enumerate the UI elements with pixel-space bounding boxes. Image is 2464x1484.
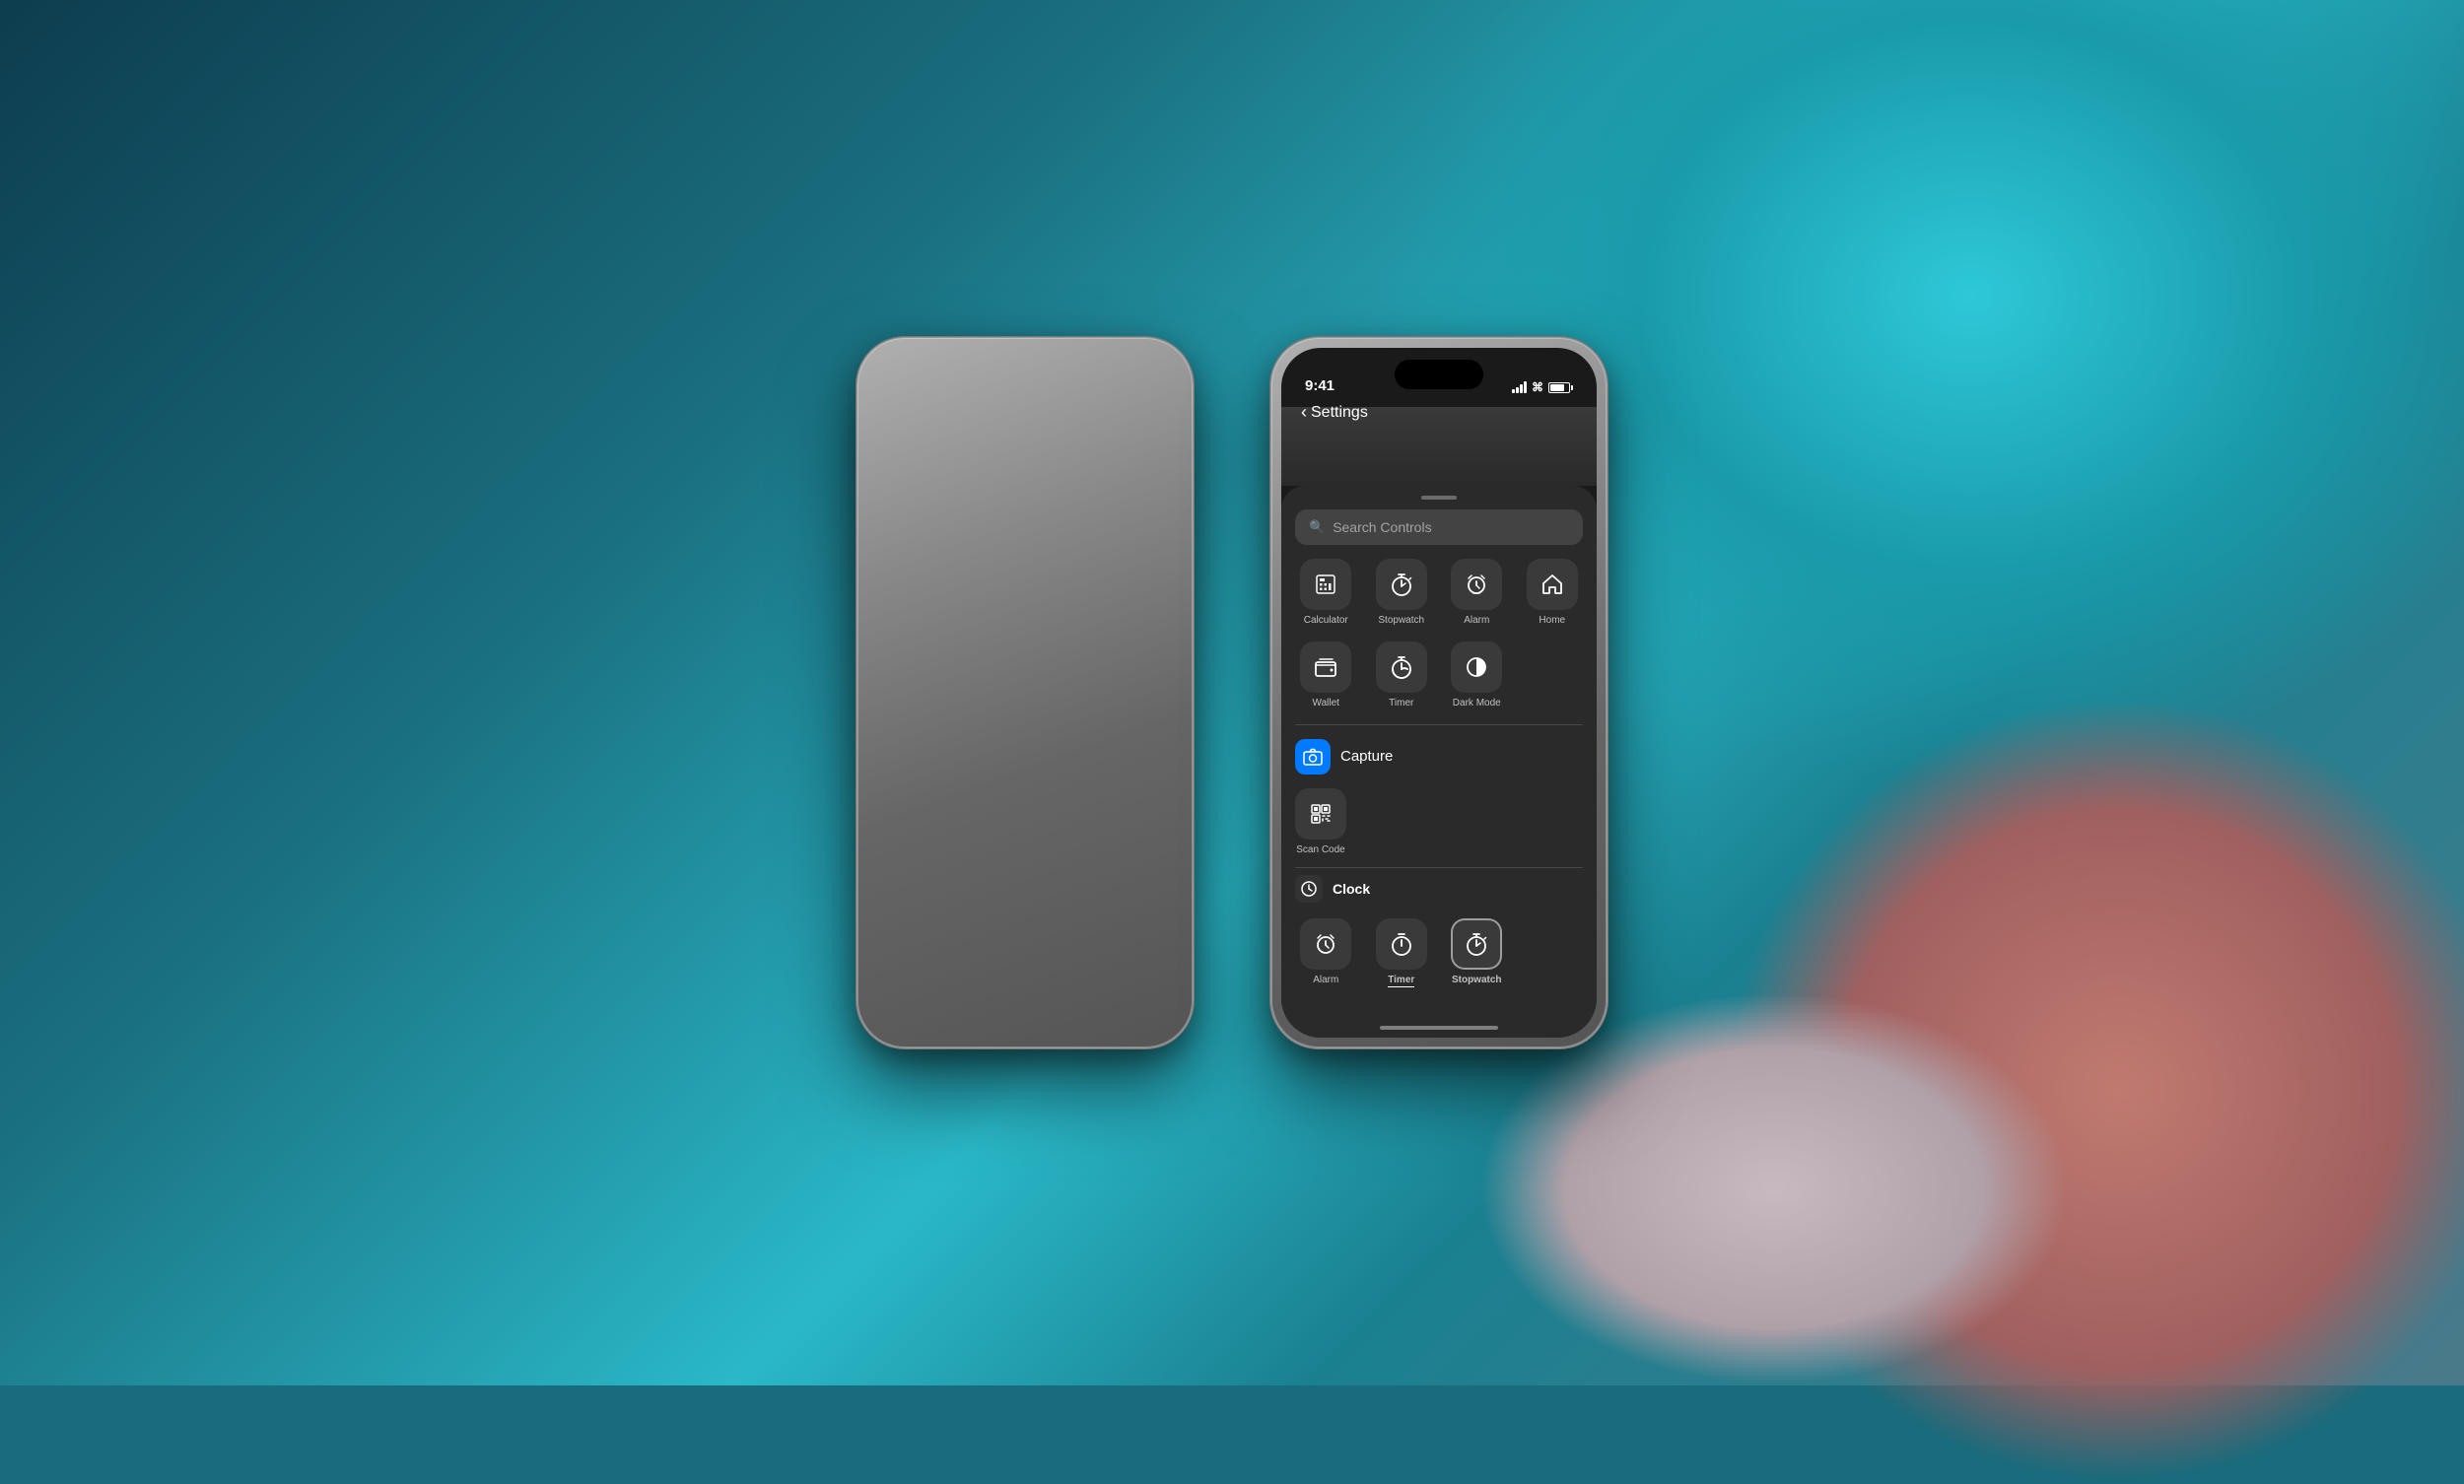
phone-2: 9:41 ⌘ bbox=[1271, 338, 1607, 1047]
clock-section-header: Clock bbox=[1281, 867, 1597, 911]
sheet-handle bbox=[1421, 496, 1457, 500]
capture-label: Capture bbox=[1340, 748, 1393, 765]
stopwatch-icon-wrap bbox=[1376, 559, 1427, 610]
clock-section: Clock bbox=[1281, 867, 1597, 1002]
alarm-label: Alarm bbox=[1464, 615, 1489, 626]
battery-icon-2 bbox=[1548, 382, 1573, 393]
clock-stopwatch[interactable]: Stopwatch bbox=[1446, 918, 1508, 987]
timer-icon-wrap bbox=[1376, 641, 1427, 693]
bg-shape-lavender bbox=[1478, 991, 2070, 1385]
bottom-sheet: 🔍 Search Controls bbox=[1281, 486, 1597, 1038]
control-home[interactable]: Home bbox=[1522, 559, 1584, 626]
back-label-2: Settings bbox=[1311, 404, 1368, 422]
stopwatch-label: Stopwatch bbox=[1378, 615, 1424, 626]
status-icons-2: ⌘ bbox=[1512, 380, 1573, 394]
scan-code-section: Scan Code bbox=[1295, 788, 1583, 855]
time-2: 9:41 bbox=[1305, 377, 1335, 394]
back-button-2[interactable]: ‹ Settings bbox=[1301, 402, 1368, 423]
clock-stopwatch-icon bbox=[1451, 918, 1502, 970]
dark-mode-label: Dark Mode bbox=[1453, 698, 1501, 708]
capture-icon bbox=[1295, 739, 1331, 775]
alarm-icon-wrap bbox=[1451, 559, 1502, 610]
control-alarm[interactable]: Alarm bbox=[1446, 559, 1508, 626]
phone-2-screen: 9:41 ⌘ bbox=[1281, 348, 1597, 1038]
scan-code-item[interactable]: Scan Code bbox=[1295, 788, 1346, 855]
clock-section-title: Clock bbox=[1333, 881, 1370, 897]
clock-alarm[interactable]: Alarm bbox=[1295, 918, 1357, 987]
signal-icon-2 bbox=[1512, 381, 1527, 393]
capture-section: Capture bbox=[1281, 725, 1597, 859]
phone-1: 9:41 ⌘ bbox=[857, 338, 1193, 1047]
empty-slot bbox=[1522, 641, 1584, 708]
home-indicator-2 bbox=[1380, 1026, 1498, 1030]
search-input[interactable]: Search Controls bbox=[1333, 519, 1431, 535]
control-stopwatch[interactable]: Stopwatch bbox=[1371, 559, 1433, 626]
control-timer[interactable]: Timer bbox=[1371, 641, 1433, 708]
wallet-icon-wrap bbox=[1300, 641, 1351, 693]
dynamic-island-2 bbox=[1395, 360, 1483, 389]
controls-grid-row2: Wallet bbox=[1281, 641, 1597, 724]
scan-code-icon-wrap bbox=[1295, 788, 1346, 840]
controls-grid-row1: Calculator bbox=[1281, 559, 1597, 641]
wifi-icon-2: ⌘ bbox=[1532, 380, 1543, 394]
search-icon: 🔍 bbox=[1309, 519, 1325, 535]
control-wallet[interactable]: Wallet bbox=[1295, 641, 1357, 708]
clock-alarm-icon bbox=[1300, 918, 1351, 970]
clock-empty bbox=[1522, 918, 1584, 987]
calculator-label: Calculator bbox=[1304, 615, 1348, 626]
clock-timer-icon bbox=[1376, 918, 1427, 970]
timer-label: Timer bbox=[1389, 698, 1413, 708]
clock-timer[interactable]: Timer bbox=[1371, 918, 1433, 987]
search-bar[interactable]: 🔍 Search Controls bbox=[1295, 509, 1583, 545]
home-label: Home bbox=[1539, 615, 1565, 626]
clock-stopwatch-label: Stopwatch bbox=[1452, 975, 1502, 985]
clock-grid: Alarm Timer bbox=[1281, 911, 1597, 1001]
clock-section-icon bbox=[1295, 875, 1323, 903]
control-calculator[interactable]: Calculator bbox=[1295, 559, 1357, 626]
calculator-icon-wrap bbox=[1300, 559, 1351, 610]
phones-container: 9:41 ⌘ bbox=[857, 338, 1607, 1047]
dark-mode-icon-wrap bbox=[1451, 641, 1502, 693]
scan-code-label: Scan Code bbox=[1296, 844, 1344, 855]
wallet-label: Wallet bbox=[1313, 698, 1339, 708]
control-dark-mode[interactable]: Dark Mode bbox=[1446, 641, 1508, 708]
home-icon-wrap bbox=[1527, 559, 1578, 610]
capture-row[interactable]: Capture bbox=[1295, 733, 1583, 780]
clock-alarm-label: Alarm bbox=[1313, 975, 1338, 985]
phone-2-nav: ‹ Settings bbox=[1281, 402, 1597, 423]
back-chevron-2: ‹ bbox=[1301, 402, 1307, 423]
clock-timer-label: Timer bbox=[1388, 975, 1414, 987]
